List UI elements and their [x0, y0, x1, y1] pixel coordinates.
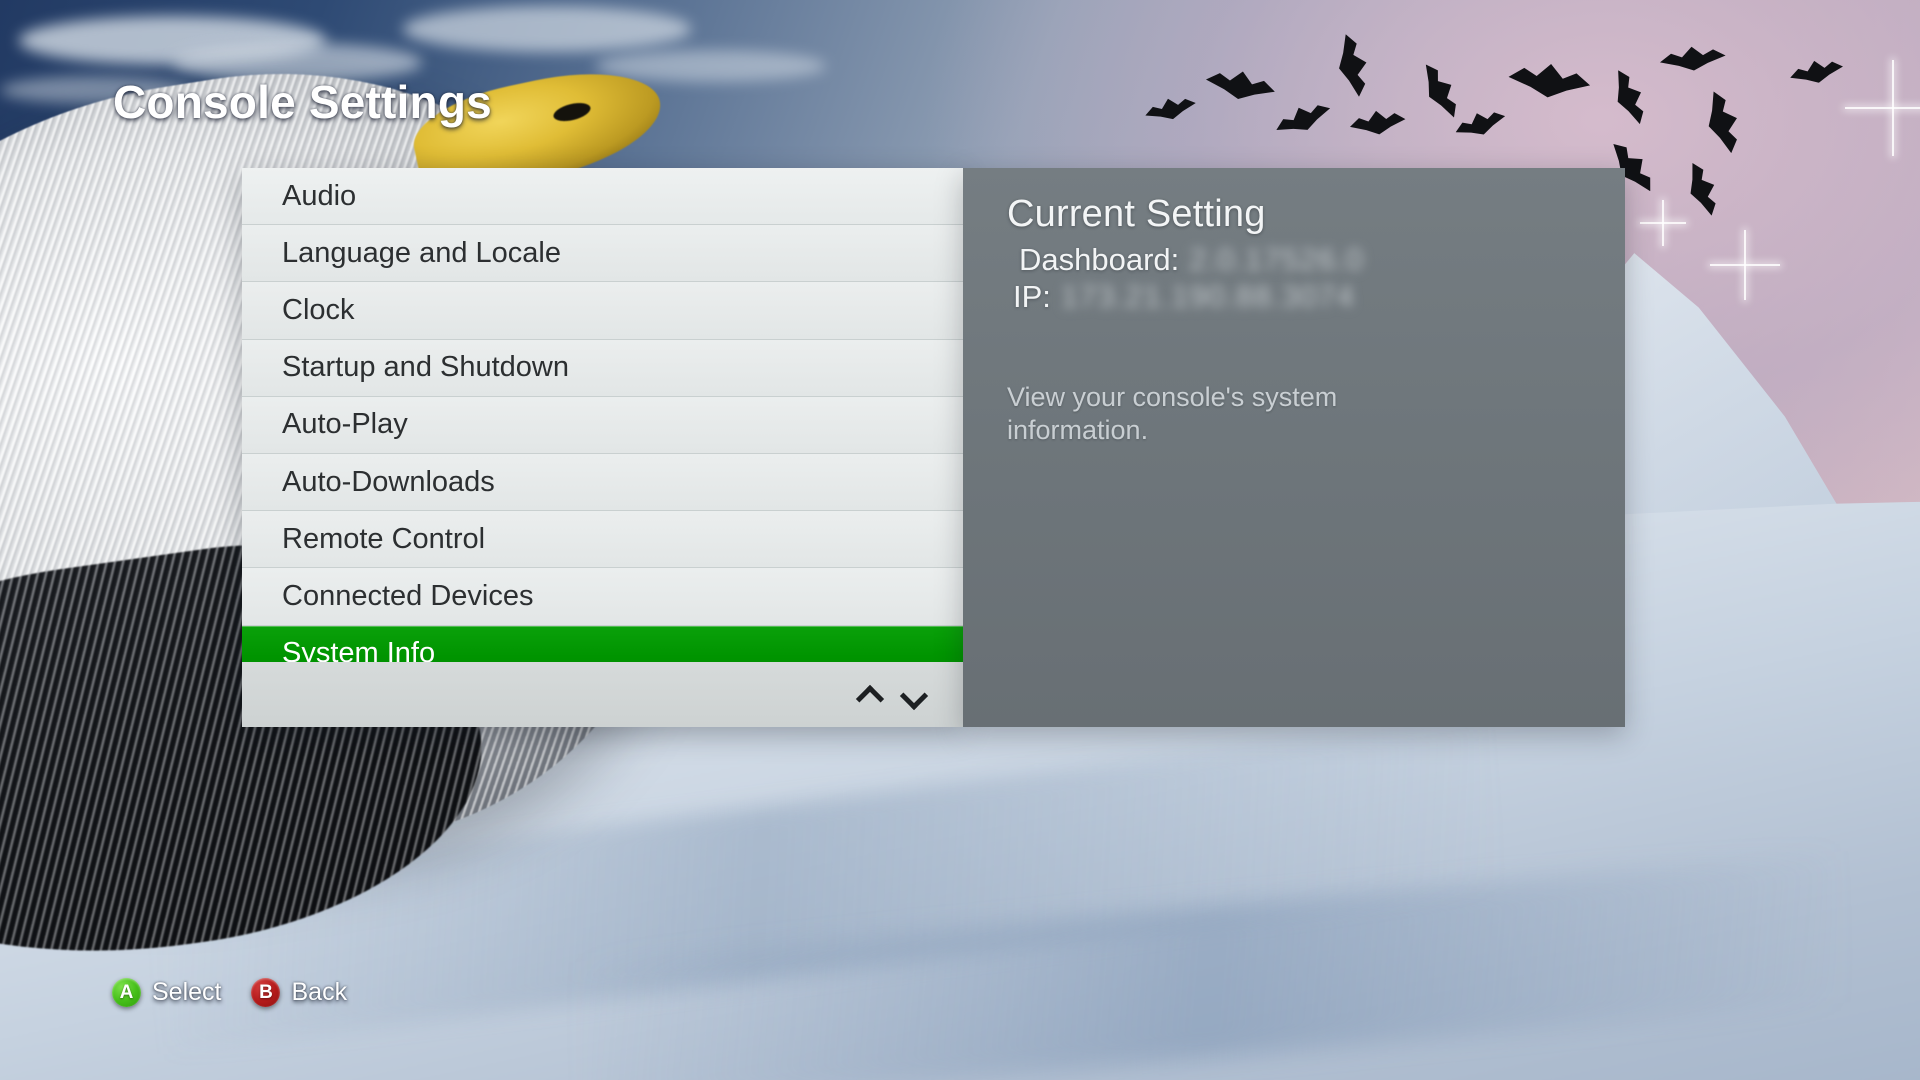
- menu-item-label: Language and Locale: [282, 236, 561, 269]
- legend-select-label: Select: [152, 978, 222, 1006]
- legend-back-label: Back: [291, 978, 348, 1006]
- legend-select[interactable]: A Select: [112, 978, 221, 1007]
- b-button-icon: B: [251, 978, 281, 1007]
- menu-item-connected-devices[interactable]: Connected Devices: [242, 568, 963, 626]
- page-title: Console Settings: [113, 76, 492, 128]
- chevron-down-icon[interactable]: [901, 687, 927, 703]
- ip-address-row: IP: 173.21.190.88.3074: [1007, 279, 1625, 315]
- menu-scroll-footer: [242, 662, 963, 727]
- legend-back[interactable]: B Back: [251, 978, 347, 1007]
- menu-item-language-and-locale[interactable]: Language and Locale: [242, 225, 963, 283]
- settings-menu-list: Audio Language and Locale Clock Startup …: [242, 168, 963, 727]
- sparkle-icon: [1710, 230, 1780, 300]
- ip-label: IP:: [1013, 279, 1051, 314]
- dashboard-value: 2.0.17526.0: [1189, 242, 1365, 277]
- menu-item-remote-control[interactable]: Remote Control: [242, 511, 963, 569]
- menu-item-label: Auto-Play: [282, 408, 408, 441]
- menu-item-audio[interactable]: Audio: [242, 168, 963, 226]
- cloud: [403, 6, 692, 52]
- ip-value: 173.21.190.88.3074: [1060, 279, 1355, 314]
- menu-item-clock[interactable]: Clock: [242, 282, 963, 340]
- setting-description: View your console's system information.: [1007, 382, 1338, 446]
- menu-item-auto-downloads[interactable]: Auto-Downloads: [242, 453, 963, 512]
- current-setting-panel: Current Setting Dashboard: 2.0.17526.0 I…: [963, 168, 1625, 727]
- menu-item-label: Auto-Downloads: [282, 465, 495, 498]
- dashboard-version-row: Dashboard: 2.0.17526.0: [1007, 242, 1625, 278]
- sparkle-icon: [1845, 60, 1920, 156]
- cloud: [595, 49, 826, 83]
- current-setting-heading: Current Setting: [1007, 193, 1266, 235]
- menu-item-label: Remote Control: [282, 522, 486, 555]
- chevron-up-icon[interactable]: [857, 687, 883, 703]
- a-button-icon: A: [112, 978, 141, 1007]
- dashboard-label: Dashboard:: [1019, 242, 1180, 277]
- menu-item-label: Audio: [282, 179, 357, 212]
- flying-bird-icon: [1658, 41, 1727, 82]
- menu-item-label: Clock: [282, 293, 355, 326]
- menu-item-auto-play[interactable]: Auto-Play: [242, 396, 963, 454]
- sparkle-icon: [1640, 200, 1686, 246]
- button-legend: A Select B Back: [112, 978, 347, 1007]
- menu-item-label: Startup and Shutdown: [282, 351, 569, 384]
- menu-item-label: Connected Devices: [282, 579, 534, 612]
- flying-bird-icon: [1506, 56, 1593, 112]
- menu-item-startup-and-shutdown[interactable]: Startup and Shutdown: [242, 339, 963, 397]
